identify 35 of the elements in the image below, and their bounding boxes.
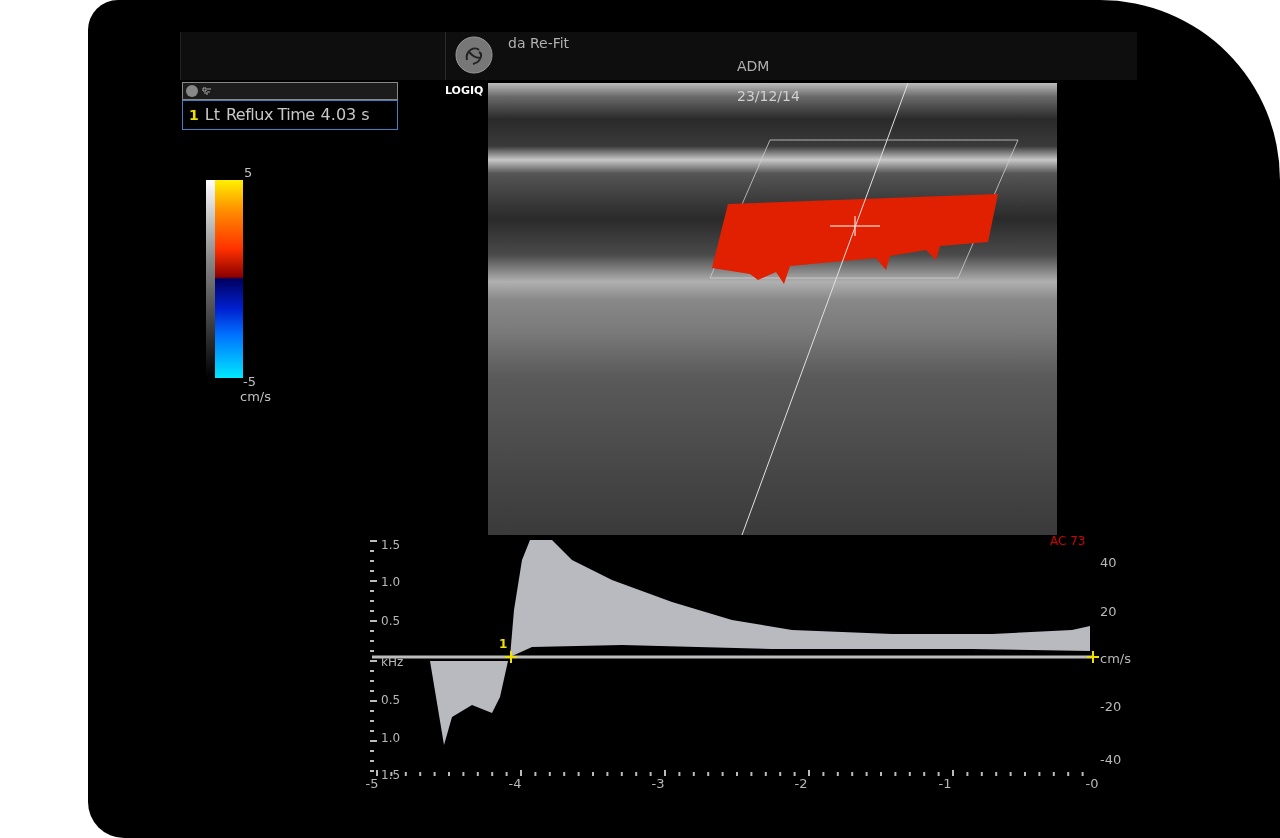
velocity-axis-label: cm/s: [1100, 652, 1131, 665]
scale-unit-label: cm/s: [240, 390, 271, 403]
frequency-axis-label: 1.5: [381, 769, 401, 781]
measurement-index: 1: [189, 105, 199, 125]
brand-label: LOGIQ: [445, 83, 484, 99]
round-logo-icon: [455, 36, 493, 74]
time-axis-label: -4: [508, 777, 522, 790]
side-label: Lt: [204, 104, 220, 126]
time-axis-label: -5: [365, 777, 379, 790]
frequency-axis-label: 1.0: [381, 576, 401, 588]
velocity-axis-label: -40: [1100, 753, 1122, 766]
time-axis-label: -0: [1085, 777, 1099, 790]
measurement-name: Reflux Time: [225, 104, 315, 126]
operator-label: ADM: [737, 57, 770, 76]
small-glyph-icon: [202, 86, 212, 96]
frequency-axis-label: 0.5: [381, 694, 401, 706]
velocity-axis-label: -20: [1100, 700, 1122, 713]
frequency-axis-label: kHz: [381, 656, 404, 668]
frequency-axis-label: 1.0: [381, 732, 401, 744]
time-axis-label: -1: [938, 777, 952, 790]
velocity-axis-label: 20: [1100, 605, 1117, 618]
frequency-axis-label: 0.5: [381, 615, 401, 627]
caliper-marker-label: 1: [499, 638, 508, 650]
velocity-axis-label: 40: [1100, 556, 1117, 569]
scale-min-label: -5: [243, 375, 256, 388]
scale-max-label: 5: [244, 164, 253, 182]
measurement-value: 4.03 s: [320, 104, 370, 126]
caliper-cross-icon: [1087, 651, 1099, 663]
frequency-axis-label: 1.5: [381, 539, 401, 551]
patient-name: da Re-Fit: [508, 34, 570, 53]
time-axis-label: -2: [794, 777, 808, 790]
exam-date: 23/12/14: [737, 87, 800, 106]
acoustic-output-label: AC 73: [1050, 533, 1086, 550]
caliper-cross-icon: [505, 651, 517, 663]
time-axis-label: -3: [651, 777, 665, 790]
